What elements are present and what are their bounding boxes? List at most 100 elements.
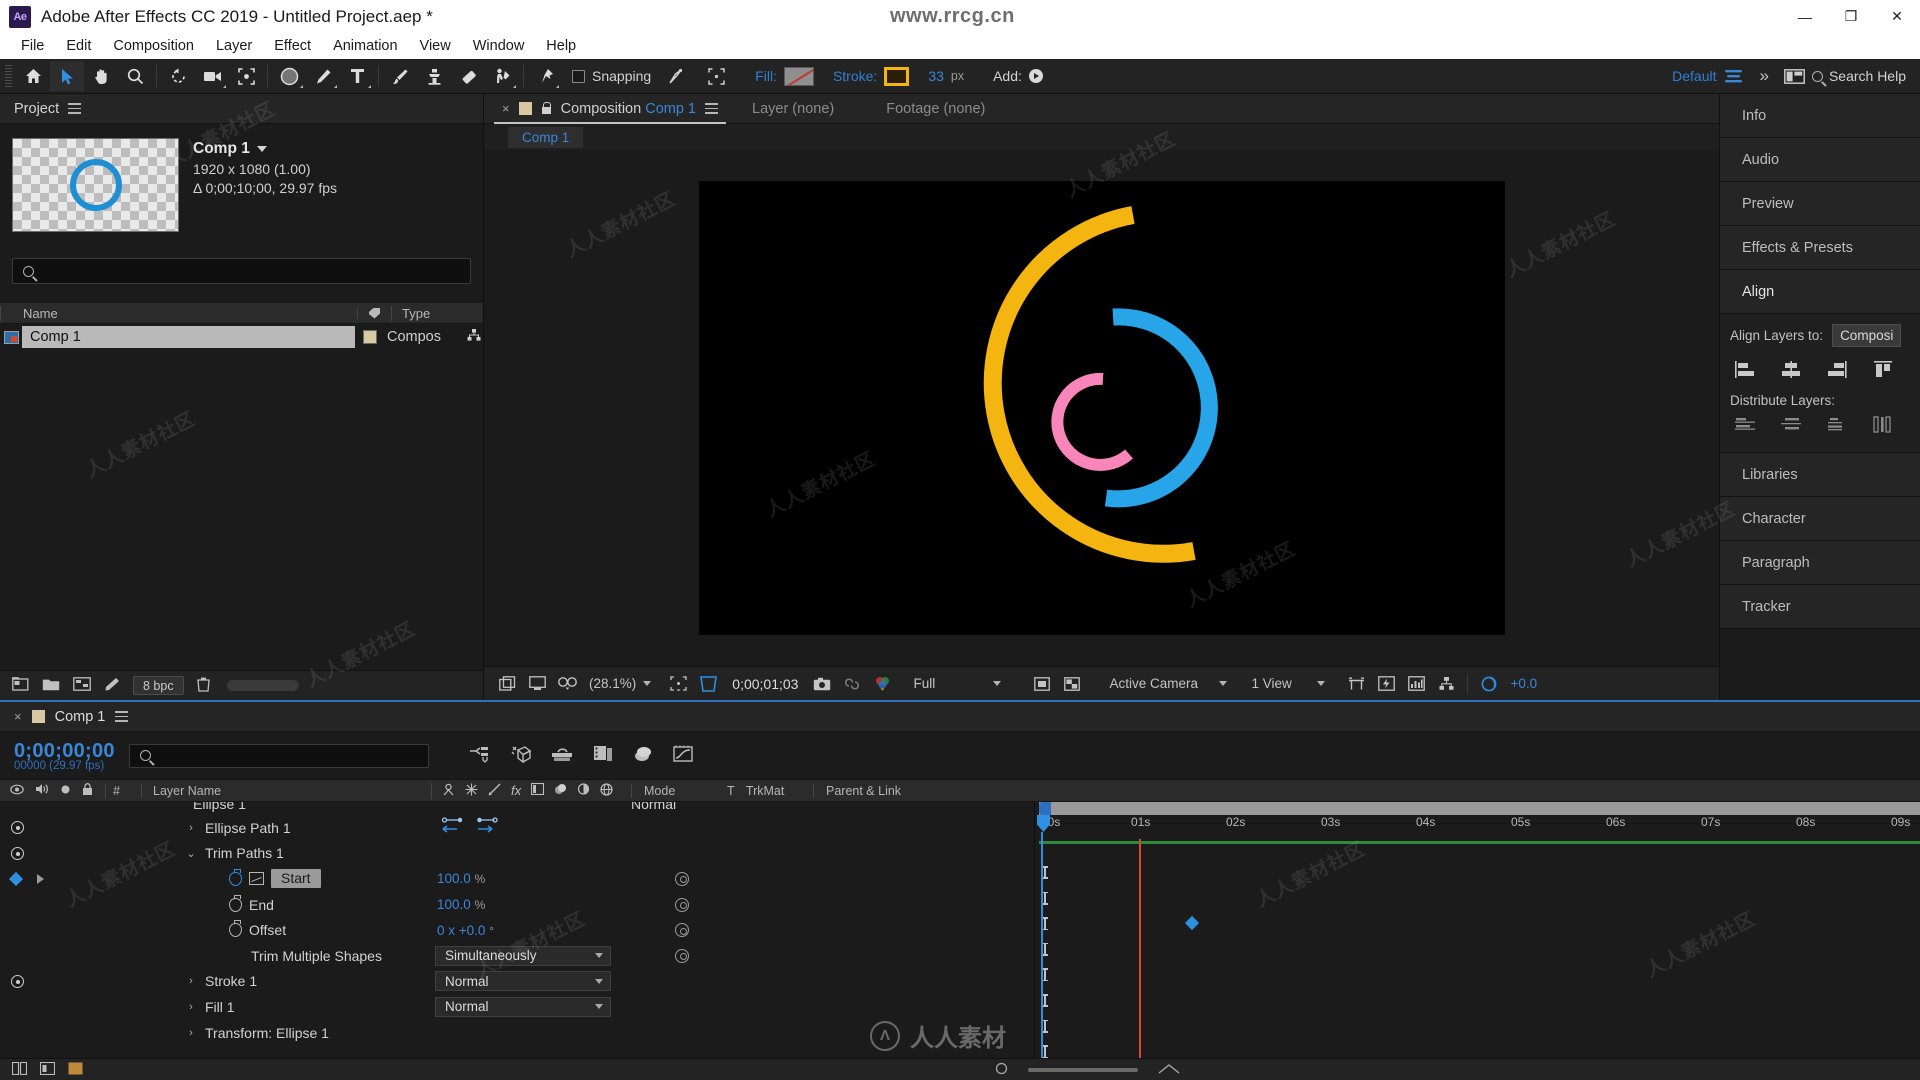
menu-item-edit[interactable]: Edit: [55, 36, 102, 56]
comp-flowchart-icon[interactable]: [1431, 671, 1461, 697]
folder-icon[interactable]: [42, 677, 60, 694]
menu-item-window[interactable]: Window: [462, 36, 536, 56]
effects-icon[interactable]: fx: [511, 783, 521, 798]
toggle-switches-modes-icon[interactable]: [11, 1061, 28, 1078]
toolbar-overflow-icon[interactable]: »: [1750, 66, 1777, 86]
delete-icon[interactable]: [196, 677, 210, 695]
adjustment-layer-icon[interactable]: [577, 783, 590, 798]
pick-whip-icon[interactable]: [675, 948, 689, 963]
tab-footage[interactable]: Footage (none): [860, 101, 1011, 117]
sub-tab-comp1[interactable]: Comp 1: [508, 126, 584, 148]
list-item[interactable]: › Ellipse Path 1: [0, 815, 1034, 841]
align-right-icon[interactable]: [1826, 361, 1848, 381]
stroke-label[interactable]: Stroke:: [833, 68, 877, 84]
eye-icon[interactable]: [11, 821, 24, 835]
transform-box-icon[interactable]: [699, 61, 733, 91]
pick-whip-icon[interactable]: [675, 897, 689, 912]
close-button[interactable]: ✕: [1874, 0, 1920, 33]
lock-icon[interactable]: [541, 102, 552, 115]
tab-composition[interactable]: × Composition Comp 1: [494, 94, 726, 124]
dock-item-paragraph[interactable]: Paragraph: [1720, 541, 1920, 585]
views-selector[interactable]: 1 View: [1245, 676, 1331, 691]
hand-tool-icon[interactable]: [84, 61, 118, 91]
tab-layer[interactable]: Layer (none): [726, 101, 860, 117]
dock-item-libraries[interactable]: Libraries: [1720, 453, 1920, 497]
workspace-panel-icon[interactable]: [1778, 61, 1812, 91]
property-value-cell[interactable]: 100.0 %: [431, 897, 631, 912]
pick-whip-icon[interactable]: [675, 871, 689, 886]
always-preview-icon[interactable]: [492, 671, 522, 697]
mask-view-icon[interactable]: [1027, 671, 1057, 697]
fill-color-swatch[interactable]: [783, 66, 814, 86]
grid-guides-icon[interactable]: [663, 671, 693, 697]
workspace-label[interactable]: Default: [1672, 68, 1716, 84]
current-time-group[interactable]: 0;00;00;00 00000 (29.97 fps): [0, 740, 115, 772]
twisty-closed-icon[interactable]: ›: [185, 1001, 197, 1013]
timeline-zoom-slider[interactable]: [1028, 1067, 1138, 1072]
property-value-cell[interactable]: 100.0 %: [431, 871, 631, 886]
stroke-blend-mode-select[interactable]: Normal: [435, 971, 611, 992]
dock-item-preview[interactable]: Preview: [1720, 182, 1920, 226]
list-item[interactable]: ⌄ Trim Paths 1: [0, 841, 1034, 867]
timeline-zoom-out-icon[interactable]: [39, 1061, 56, 1078]
dock-item-character[interactable]: Character: [1720, 497, 1920, 541]
motion-blur-icon[interactable]: [554, 783, 567, 798]
fast-previews-icon[interactable]: [1371, 671, 1401, 697]
eye-icon[interactable]: [11, 974, 24, 988]
trim-multiple-shapes-select[interactable]: Simultaneously: [435, 945, 611, 966]
menu-item-file[interactable]: File: [10, 36, 55, 56]
list-item[interactable]: Start 100.0 %: [0, 866, 1034, 892]
bit-depth-button[interactable]: 8 bpc: [133, 676, 184, 695]
stroke-color-swatch[interactable]: [884, 66, 910, 86]
dock-item-effects-presets[interactable]: Effects & Presets: [1720, 226, 1920, 270]
brush-tool-icon[interactable]: [383, 61, 417, 91]
column-header-type[interactable]: Type: [391, 305, 483, 321]
align-left-icon[interactable]: [1734, 361, 1756, 381]
timeline-search-input[interactable]: [128, 743, 429, 768]
dock-item-audio[interactable]: Audio: [1720, 138, 1920, 182]
timeline-panel-menu-icon[interactable]: [115, 711, 129, 722]
region-of-interest-icon[interactable]: [693, 671, 723, 697]
home-icon[interactable]: [16, 61, 50, 91]
list-item[interactable]: Offset 0 x +0.0 °: [0, 917, 1034, 943]
pan-behind-tool-icon[interactable]: [229, 61, 263, 91]
column-header-label[interactable]: [357, 307, 391, 319]
twisty-closed-icon[interactable]: ›: [185, 822, 197, 834]
fill-label[interactable]: Fill:: [755, 68, 777, 84]
menu-item-layer[interactable]: Layer: [205, 36, 263, 56]
column-header-name[interactable]: Name: [0, 305, 357, 321]
audio-switch-icon[interactable]: [35, 783, 49, 798]
distribute-vertical-top-icon[interactable]: [1734, 416, 1756, 436]
stroke-width-value[interactable]: 33: [928, 68, 944, 84]
project-search-input[interactable]: [12, 258, 471, 284]
distribute-vertical-center-icon[interactable]: [1780, 416, 1802, 436]
path-reverse-left-icon[interactable]: [441, 816, 463, 839]
selection-tool-icon[interactable]: [50, 61, 84, 91]
adjustment-icon[interactable]: [104, 677, 120, 694]
new-comp-icon[interactable]: [73, 677, 91, 694]
show-snapshot-icon[interactable]: [837, 671, 867, 697]
row-color-swatch[interactable]: [357, 330, 383, 344]
eye-icon[interactable]: [11, 846, 24, 860]
list-item[interactable]: End 100.0 %: [0, 892, 1034, 918]
work-area-start-handle[interactable]: [1039, 802, 1051, 815]
timeline-track-area[interactable]: [1035, 839, 1920, 1058]
stopwatch-icon[interactable]: [229, 920, 242, 938]
shape-tool-icon[interactable]: [272, 61, 306, 91]
timeline-graph-icon[interactable]: [1401, 671, 1431, 697]
align-horizontal-center-icon[interactable]: [1780, 361, 1802, 381]
twisty-closed-icon[interactable]: ›: [185, 1027, 197, 1039]
eraser-tool-icon[interactable]: [451, 61, 485, 91]
zoom-out-icon[interactable]: [995, 1062, 1008, 1078]
work-area-bar[interactable]: [1039, 802, 1920, 815]
chevron-down-icon[interactable]: [256, 146, 267, 152]
list-item[interactable]: › Stroke 1 Normal: [0, 969, 1034, 995]
close-icon[interactable]: ×: [14, 709, 22, 724]
enable-motion-blur-icon[interactable]: [633, 745, 653, 766]
twisty-closed-icon[interactable]: ›: [185, 975, 197, 987]
comp-render-icon[interactable]: [68, 1062, 83, 1078]
menu-item-composition[interactable]: Composition: [102, 36, 205, 56]
align-layers-to-select[interactable]: Composi: [1832, 324, 1902, 347]
fill-blend-mode-select[interactable]: Normal: [435, 996, 611, 1017]
hide-shy-layers-icon[interactable]: [551, 745, 573, 766]
